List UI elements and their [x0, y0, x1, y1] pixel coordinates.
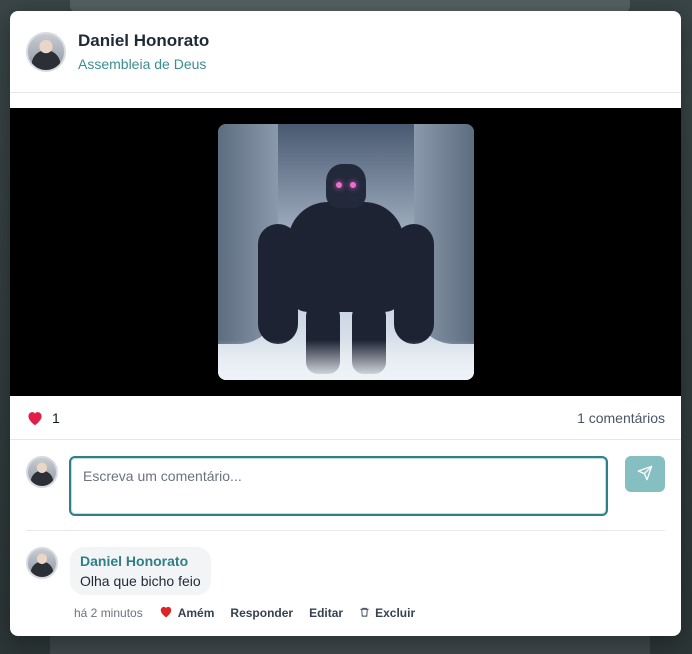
post-modal: Daniel Honorato Assembleia de Deus 1 1 c…	[10, 11, 681, 636]
comment-time: há 2 minutos	[74, 606, 143, 620]
comment-input[interactable]	[69, 456, 608, 516]
comment-body: Daniel Honorato Olha que bicho feio há 2…	[70, 547, 415, 621]
author-church: Assembleia de Deus	[78, 56, 207, 72]
reply-button[interactable]: Responder	[230, 606, 293, 620]
golem-head	[325, 164, 366, 208]
current-user-avatar	[26, 456, 58, 488]
author-name[interactable]: Daniel Honorato	[78, 31, 209, 51]
comment-item: Daniel Honorato Olha que bicho feio há 2…	[10, 531, 681, 621]
comment-bubble: Daniel Honorato Olha que bicho feio	[70, 547, 211, 595]
amen-label: Amém	[177, 606, 215, 620]
golem-eye-left	[335, 182, 342, 188]
post-header: Daniel Honorato Assembleia de Deus	[10, 11, 681, 93]
author-avatar[interactable]	[26, 31, 66, 72]
post-stats: 1 1 comentários	[10, 396, 681, 440]
comment-author-avatar[interactable]	[26, 547, 58, 579]
likes[interactable]: 1	[26, 410, 60, 426]
post-media	[10, 108, 681, 396]
golem-body	[287, 202, 404, 312]
comment-actions: há 2 minutos Amém Responder Editar Exclu…	[70, 605, 415, 621]
post-image[interactable]	[217, 124, 474, 380]
heart-icon	[159, 605, 173, 621]
heart-icon[interactable]	[26, 410, 44, 426]
trash-icon	[359, 606, 370, 621]
comments-count[interactable]: 1 comentários	[577, 410, 665, 426]
snow-ground	[217, 340, 474, 380]
comment-composer	[26, 440, 665, 531]
comment-author[interactable]: Daniel Honorato	[80, 553, 201, 569]
delete-button[interactable]: Excluir	[359, 606, 415, 621]
likes-count: 1	[52, 409, 60, 426]
amen-button[interactable]: Amém	[159, 605, 215, 621]
send-comment-button[interactable]	[625, 456, 665, 492]
send-icon	[637, 465, 653, 484]
comment-text: Olha que bicho feio	[80, 573, 201, 589]
author-info: Daniel Honorato Assembleia de Deus	[78, 31, 209, 72]
delete-label: Excluir	[375, 606, 416, 620]
golem-eye-right	[349, 182, 356, 188]
edit-button[interactable]: Editar	[309, 606, 343, 620]
